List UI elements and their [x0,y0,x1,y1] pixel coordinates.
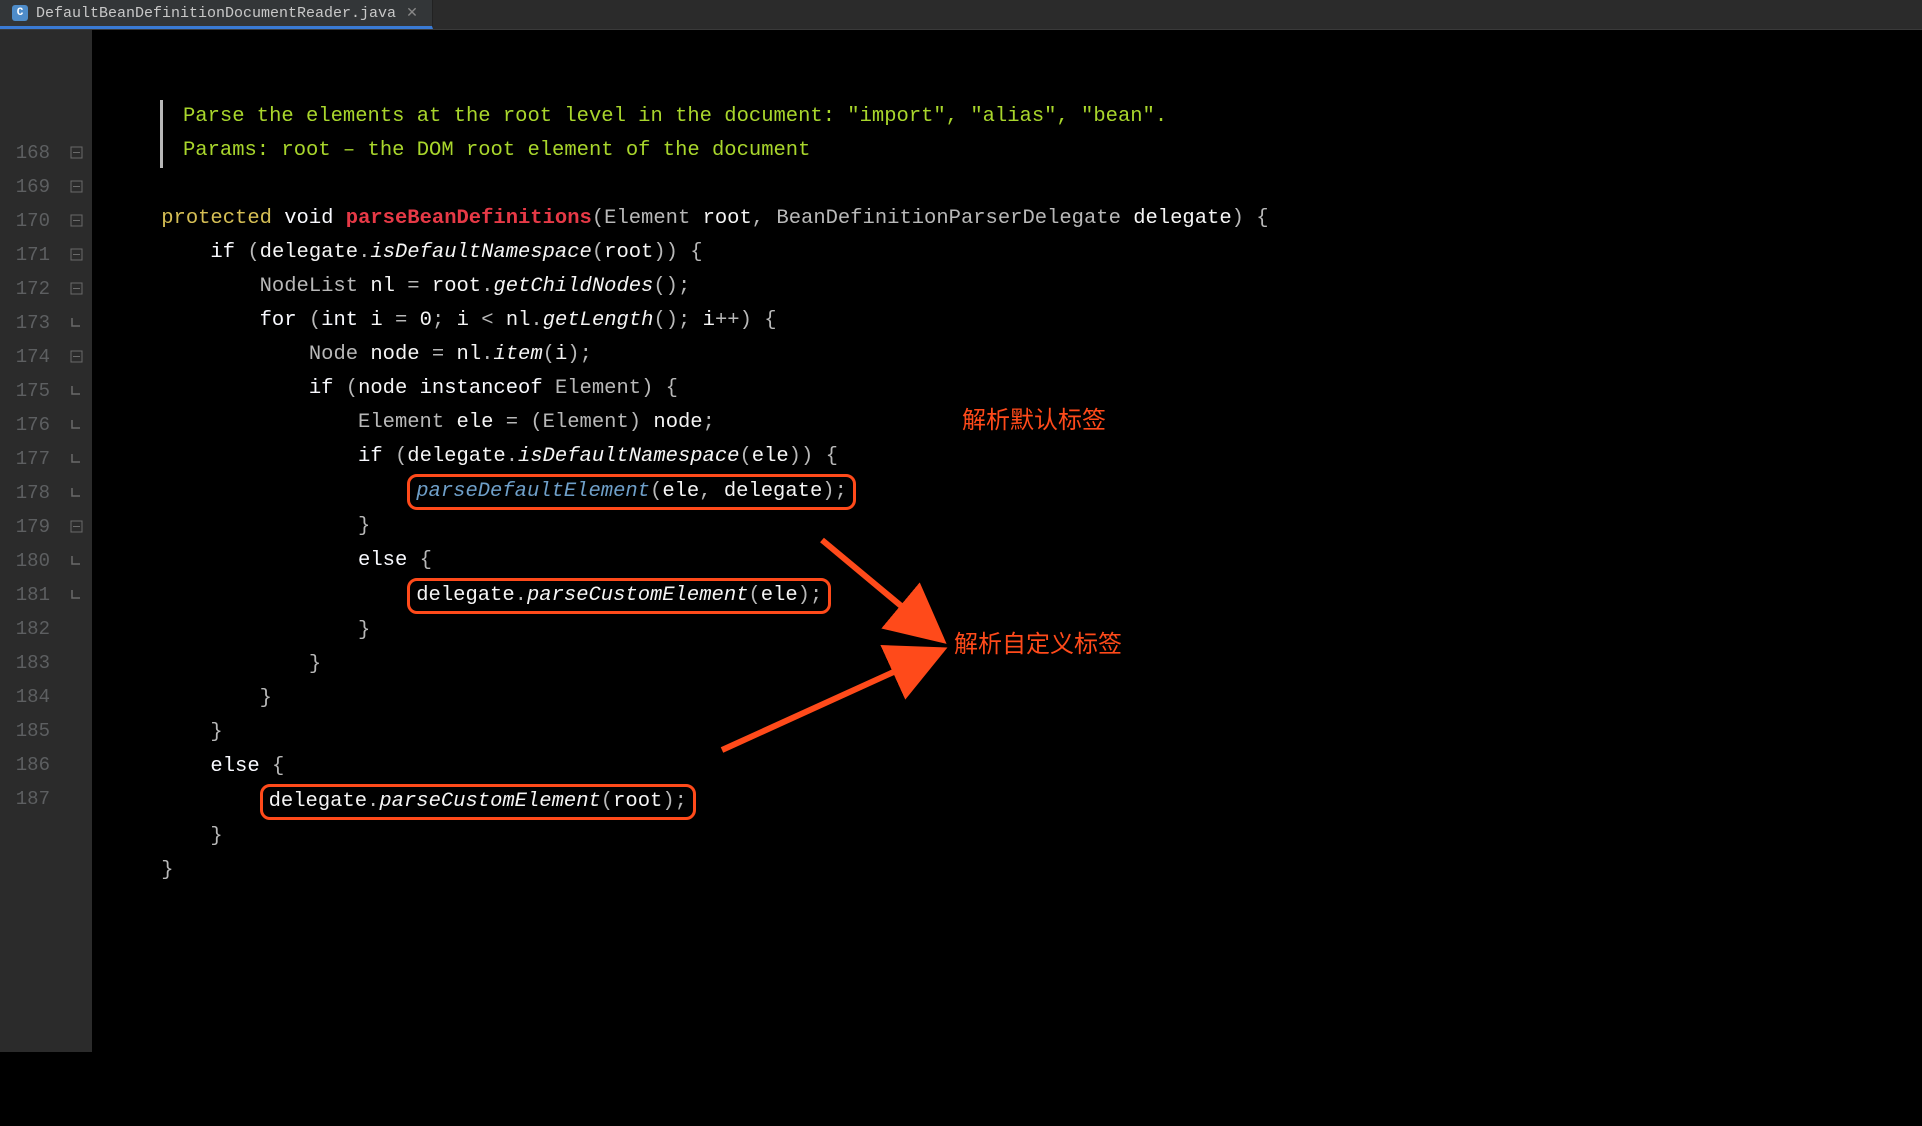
line-number: 169 [0,170,50,204]
fold-marker[interactable] [60,510,92,544]
code-line-183: } [112,721,223,744]
line-number: 171 [0,238,50,272]
code-line-170: NodeList nl = root.getChildNodes(); [112,275,690,298]
java-class-icon: C [12,5,28,21]
code-line-171: for (int i = 0; i < nl.getLength(); i++)… [112,309,777,332]
code-line-186: } [112,825,223,848]
fold-marker [60,374,92,408]
code-line-184: else { [112,755,284,778]
line-number: 180 [0,544,50,578]
line-number: 176 [0,408,50,442]
line-number: 175 [0,374,50,408]
code-line-168: protected void parseBeanDefinitions(Elem… [112,207,1269,230]
annotation-custom-tag: 解析自定义标签 [954,628,1122,662]
editor-area: 1681691701711721731741751761771781791801… [0,30,1922,1052]
doc-line-1: Parse the elements at the root level in … [183,105,1167,128]
line-number: 174 [0,340,50,374]
tab-bar: C DefaultBeanDefinitionDocumentReader.ja… [0,0,1922,30]
fold-marker[interactable] [60,238,92,272]
code-line-176: parseDefaultElement(ele, delegate); [112,480,856,503]
line-number: 179 [0,510,50,544]
fold-marker[interactable] [60,170,92,204]
line-number: 173 [0,306,50,340]
line-number: 178 [0,476,50,510]
code-line-180: } [112,619,370,642]
line-number: 177 [0,442,50,476]
line-number: 168 [0,136,50,170]
line-gutter: 1681691701711721731741751761771781791801… [0,30,60,1052]
editor-tab[interactable]: C DefaultBeanDefinitionDocumentReader.ja… [0,0,433,29]
fold-marker[interactable] [60,204,92,238]
line-number: 172 [0,272,50,306]
code-line-182: } [112,687,272,710]
code-line-175: if (delegate.isDefaultNamespace(ele)) { [112,445,838,468]
fold-marker [60,442,92,476]
arrow-icon-1 [812,530,972,670]
arrow-icon-2 [712,640,972,770]
highlight-parseCustomElement-1: delegate.parseCustomElement(ele); [407,578,831,614]
javadoc-block: Parse the elements at the root level in … [160,100,1922,168]
line-number: 184 [0,680,50,714]
fold-marker [60,578,92,612]
line-number: 170 [0,204,50,238]
fold-marker [60,544,92,578]
code-content[interactable]: Parse the elements at the root level in … [92,30,1922,1052]
code-line-177: } [112,515,370,538]
code-line-174: Element ele = (Element) node; [112,411,715,434]
code-line-172: Node node = nl.item(i); [112,343,592,366]
fold-marker [60,476,92,510]
code-line-169: if (delegate.isDefaultNamespace(root)) { [112,241,703,264]
fold-gutter [60,30,92,1052]
annotation-default-tag: 解析默认标签 [962,404,1106,438]
close-icon[interactable]: ✕ [404,5,420,22]
fold-marker [60,408,92,442]
line-number: 181 [0,578,50,612]
code-line-181: } [112,653,321,676]
highlight-parseCustomElement-2: delegate.parseCustomElement(root); [260,784,696,820]
line-number: 182 [0,612,50,646]
line-number: 186 [0,748,50,782]
line-number: 185 [0,714,50,748]
line-number: 187 [0,782,50,816]
line-number: 183 [0,646,50,680]
code-line-178: else { [112,549,432,572]
tab-title: DefaultBeanDefinitionDocumentReader.java [36,5,396,22]
fold-marker[interactable] [60,340,92,374]
highlight-parseDefaultElement: parseDefaultElement(ele, delegate); [407,474,856,510]
code-line-187: } [112,859,174,882]
fold-marker [60,306,92,340]
code-line-173: if (node instanceof Element) { [112,377,678,400]
fold-marker[interactable] [60,136,92,170]
code-line-179: delegate.parseCustomElement(ele); [112,584,831,607]
doc-line-2: Params: root – the DOM root element of t… [183,139,810,162]
fold-marker[interactable] [60,272,92,306]
code-line-185: delegate.parseCustomElement(root); [112,790,696,813]
